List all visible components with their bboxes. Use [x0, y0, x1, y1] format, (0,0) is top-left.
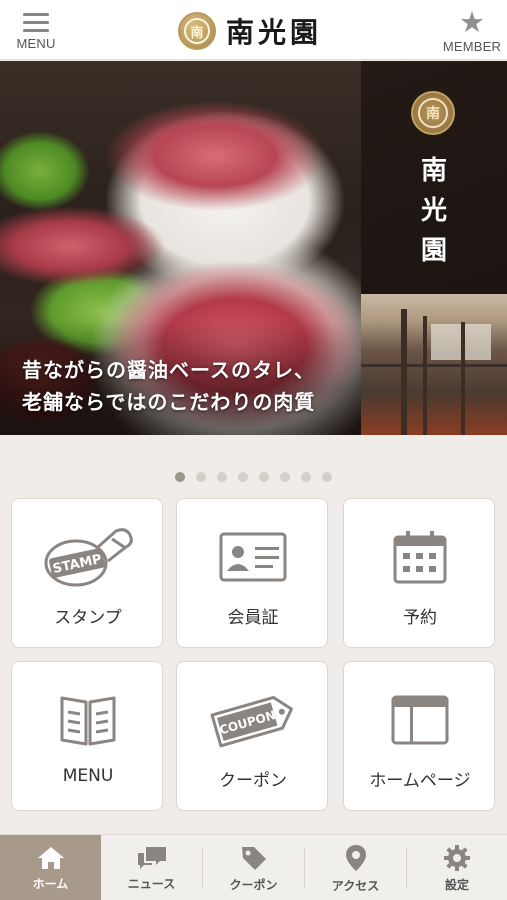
gear-icon [444, 844, 470, 871]
brand-name: 南光園 [226, 16, 323, 49]
calendar-icon [344, 525, 496, 589]
nav-access[interactable]: アクセス [305, 835, 406, 900]
pager-dot[interactable] [175, 472, 185, 482]
hero-caption: 昔ながらの醤油ベースのタレ、 老舗ならではのこだわりの肉質 [22, 354, 352, 418]
hero-side-title: 南光園 [420, 156, 447, 266]
tile-stamp-label: スタンプ [54, 608, 122, 628]
menu-book-icon [12, 688, 164, 752]
homepage-icon [344, 688, 496, 752]
hero-banner[interactable]: 昔ながらの醤油ベースのタレ、 老舗ならではのこだわりの肉質 南 南光園 [0, 61, 507, 435]
tile-homepage[interactable]: ホームページ [343, 661, 495, 811]
member-card-icon [177, 525, 329, 589]
hero-restaurant-image [361, 294, 507, 435]
brand-emblem-icon: 南 [178, 12, 216, 50]
hero-brand-panel: 南 南光園 [361, 61, 507, 294]
tile-stamp[interactable]: STAMP スタンプ [11, 498, 163, 648]
hamburger-icon [23, 11, 49, 33]
tile-reservation[interactable]: 予約 [343, 498, 495, 648]
tile-coupon[interactable]: COUPON クーポン [176, 661, 328, 811]
nav-settings[interactable]: 設定 [407, 835, 507, 900]
pager-dot[interactable] [217, 472, 227, 482]
tile-homepage-label: ホームページ [369, 771, 471, 791]
pager-dot[interactable] [301, 472, 311, 482]
menu-button-label: MENU [16, 36, 56, 51]
home-icon [37, 846, 64, 869]
carousel-pager [0, 472, 507, 484]
tile-menu[interactable]: MENU [11, 661, 163, 811]
member-button[interactable]: ★ MEMBER [437, 8, 507, 56]
pager-dot[interactable] [196, 472, 206, 482]
nav-coupon[interactable]: クーポン [203, 835, 304, 900]
brand-logo: 南 南光園 [178, 11, 322, 51]
nav-news[interactable]: ニュース [101, 835, 202, 900]
star-icon: ★ [459, 5, 485, 39]
hero-caption-line-1: 昔ながらの醤油ベースのタレ、 [22, 358, 315, 382]
hero-caption-line-2: 老舗ならではのこだわりの肉質 [22, 390, 316, 414]
coupon-icon: COUPON [177, 688, 329, 752]
brand-emblem-icon: 南 [411, 91, 455, 135]
bottom-tab-bar: ホーム ニュース クーポン アクセス 設定 [0, 834, 507, 900]
tile-member-card-label: 会員証 [227, 608, 279, 628]
tile-coupon-label: クーポン [219, 771, 287, 791]
menu-button[interactable]: MENU [1, 8, 71, 56]
tile-member-card[interactable]: 会員証 [176, 498, 328, 648]
tile-reservation-label: 予約 [403, 608, 437, 628]
news-icon [137, 846, 166, 869]
stamp-icon: STAMP [12, 525, 164, 589]
pager-dot[interactable] [259, 472, 269, 482]
member-button-label: MEMBER [442, 39, 502, 54]
location-pin-icon [345, 844, 366, 871]
coupon-tag-icon [241, 846, 266, 870]
nav-home[interactable]: ホーム [0, 835, 101, 900]
app-header: MENU 南 南光園 ★ MEMBER [0, 0, 507, 60]
tile-menu-label: MENU [62, 766, 114, 786]
pager-dot[interactable] [238, 472, 248, 482]
pager-dot[interactable] [322, 472, 332, 482]
pager-dot[interactable] [280, 472, 290, 482]
